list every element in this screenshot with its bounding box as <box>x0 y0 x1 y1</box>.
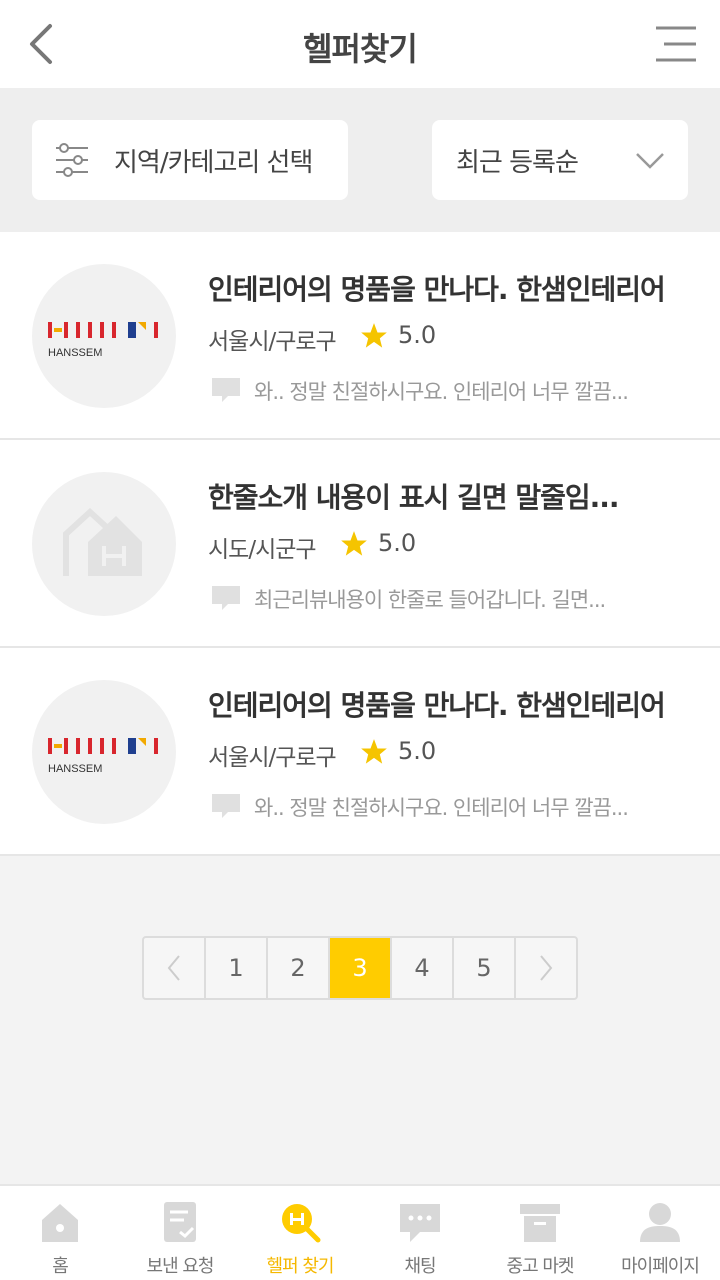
chat-icon <box>400 1204 440 1242</box>
helper-name: 한줄소개 내용이 표시 길면 말줄임... <box>208 481 620 514</box>
page-title: 헬퍼찾기 <box>303 30 418 68</box>
region-filter-label: 지역/카테고리 선택 <box>114 148 313 178</box>
star-icon <box>361 323 387 348</box>
chevron-left-icon <box>167 955 180 981</box>
comment-icon <box>212 586 240 610</box>
user-icon <box>640 1203 680 1242</box>
region-category-filter-button[interactable]: 지역/카테고리 선택 <box>32 120 348 200</box>
home-icon <box>42 1204 78 1242</box>
tab-label: 마이페이지 <box>621 1256 700 1277</box>
tab-chat[interactable]: 채팅 <box>360 1186 480 1280</box>
helper-region: 서울시/구로구 <box>208 745 337 771</box>
helper-name: 인테리어의 명품을 만나다. 한샘인테리어 <box>208 273 666 306</box>
sort-dropdown-label: 최근 등록순 <box>456 148 579 178</box>
helper-list-item[interactable]: HANSSEM 인테리어의 명품을 만나다. 한샘인테리어 서울시/구로구 5.… <box>0 232 720 440</box>
helper-region: 시도/시군구 <box>208 537 317 563</box>
app-header: 헬퍼찾기 <box>0 0 720 88</box>
tab-find-helper[interactable]: 헬퍼 찾기 <box>240 1186 360 1280</box>
box-icon <box>520 1204 560 1242</box>
document-check-icon <box>164 1202 196 1242</box>
tab-my-page[interactable]: 마이페이지 <box>600 1186 720 1280</box>
tab-label: 보낸 요청 <box>146 1256 215 1277</box>
tab-home[interactable]: 홈 <box>0 1186 120 1280</box>
latest-review: 와.. 정말 친절하시구요. 인테리어 너무 깔끔... <box>254 796 629 820</box>
tab-label: 헬퍼 찾기 <box>266 1256 335 1277</box>
page-button-5[interactable]: 5 <box>454 938 516 998</box>
svg-text:HANSSEM: HANSSEM <box>48 347 102 359</box>
helper-region: 서울시/구로구 <box>208 329 337 355</box>
helper-list-item[interactable]: HANSSEM 인테리어의 명품을 만나다. 한샘인테리어 서울시/구로구 5.… <box>0 648 720 856</box>
comment-icon <box>212 794 240 818</box>
tab-sent-requests[interactable]: 보낸 요청 <box>120 1186 240 1280</box>
chevron-down-icon <box>636 153 664 169</box>
page-button-1[interactable]: 1 <box>206 938 268 998</box>
helper-name: 인테리어의 명품을 만나다. 한샘인테리어 <box>208 689 666 722</box>
pagination: 1 2 3 4 5 <box>142 936 578 1000</box>
sort-dropdown[interactable]: 최근 등록순 <box>432 120 688 200</box>
filter-sliders-icon <box>56 143 88 177</box>
comment-icon <box>212 378 240 402</box>
tab-used-market[interactable]: 중고 마켓 <box>480 1186 600 1280</box>
next-page-button[interactable] <box>516 938 576 998</box>
helper-rating: 5.0 <box>398 737 437 765</box>
page-button-3-current[interactable]: 3 <box>330 938 392 998</box>
tab-label: 중고 마켓 <box>506 1256 575 1277</box>
page-button-4[interactable]: 4 <box>392 938 454 998</box>
latest-review: 와.. 정말 친절하시구요. 인테리어 너무 깔끔... <box>254 380 629 404</box>
tab-label: 채팅 <box>404 1256 436 1277</box>
helper-list-item[interactable]: 한줄소개 내용이 표시 길면 말줄임... 시도/시군구 5.0 최근리뷰내용이… <box>0 440 720 648</box>
bottom-tab-bar: 홈 보낸 요청 헬퍼 찾기 채팅 중고 마켓 마이페이지 <box>0 1184 720 1280</box>
menu-icon[interactable] <box>654 24 698 64</box>
star-icon <box>361 739 387 764</box>
prev-page-button[interactable] <box>144 938 206 998</box>
page-button-2[interactable]: 2 <box>268 938 330 998</box>
helper-list: HANSSEM 인테리어의 명품을 만나다. 한샘인테리어 서울시/구로구 5.… <box>0 232 720 856</box>
latest-review: 최근리뷰내용이 한줄로 들어갑니다. 길면... <box>254 588 606 612</box>
filter-bar: 지역/카테고리 선택 최근 등록순 <box>0 88 720 232</box>
hanssem-logo: HANSSEM <box>32 680 176 824</box>
helper-rating: 5.0 <box>378 529 417 557</box>
tab-label: 홈 <box>52 1256 69 1277</box>
star-icon <box>341 531 367 556</box>
helper-rating: 5.0 <box>398 321 437 349</box>
svg-text:HANSSEM: HANSSEM <box>48 763 102 775</box>
house-placeholder-icon <box>32 472 176 616</box>
hanssem-logo: HANSSEM <box>32 264 176 408</box>
helper-search-icon <box>282 1204 321 1243</box>
chevron-right-icon <box>540 955 553 981</box>
